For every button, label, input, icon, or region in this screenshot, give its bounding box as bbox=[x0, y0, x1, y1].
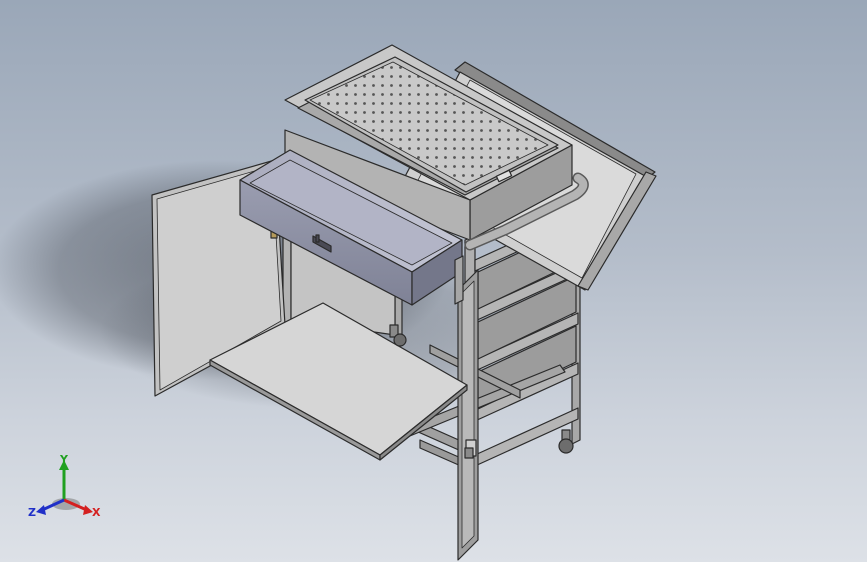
caster-front bbox=[464, 447, 474, 459]
front-post bbox=[454, 255, 464, 305]
orientation-triad: Y X Z bbox=[28, 453, 101, 519]
cad-model-view[interactable]: Y X Z bbox=[0, 0, 867, 562]
graphics-viewport[interactable]: Y X Z bbox=[0, 0, 867, 562]
y-axis-label: Y bbox=[59, 453, 69, 466]
caster-right bbox=[558, 429, 574, 454]
z-axis-arrowhead bbox=[36, 505, 46, 515]
x-axis-label: X bbox=[92, 506, 101, 519]
z-axis-label: Z bbox=[28, 506, 36, 519]
right-door[interactable] bbox=[457, 269, 479, 561]
